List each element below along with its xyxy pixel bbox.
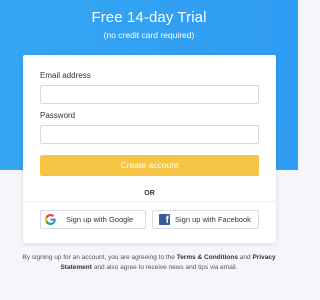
terms-text-1: By signing up for an account, you are ag…: [22, 254, 177, 261]
facebook-icon: f: [159, 214, 170, 225]
terms-text-3: and also agree to receive news and tips …: [91, 263, 238, 271]
terms-link[interactable]: Terms & Conditions: [177, 254, 238, 261]
password-field-wrapper: [40, 125, 259, 145]
page-subtitle: (no credit card required): [103, 30, 195, 40]
page-title: Free 14-day Trial: [91, 9, 207, 26]
google-signup-button[interactable]: Sign up with Google: [40, 210, 146, 229]
email-field-wrapper: [40, 85, 259, 105]
or-separator: OR: [144, 190, 155, 197]
facebook-signup-label: Sign up with Facebook: [175, 215, 251, 224]
email-label: Email address: [40, 71, 91, 80]
google-icon: [45, 214, 56, 225]
terms-text-2: and: [237, 254, 253, 261]
signup-card: Email address Password Create account OR…: [23, 55, 276, 243]
google-signup-label: Sign up with Google: [66, 215, 134, 224]
password-label: Password: [40, 111, 76, 120]
facebook-signup-button[interactable]: f Sign up with Facebook: [152, 210, 259, 229]
email-field[interactable]: [41, 88, 258, 105]
terms-notice: By signing up for an account, you are ag…: [20, 253, 278, 272]
password-field[interactable]: [41, 128, 258, 145]
create-account-button[interactable]: Create account: [40, 155, 259, 176]
divider: [23, 201, 276, 202]
